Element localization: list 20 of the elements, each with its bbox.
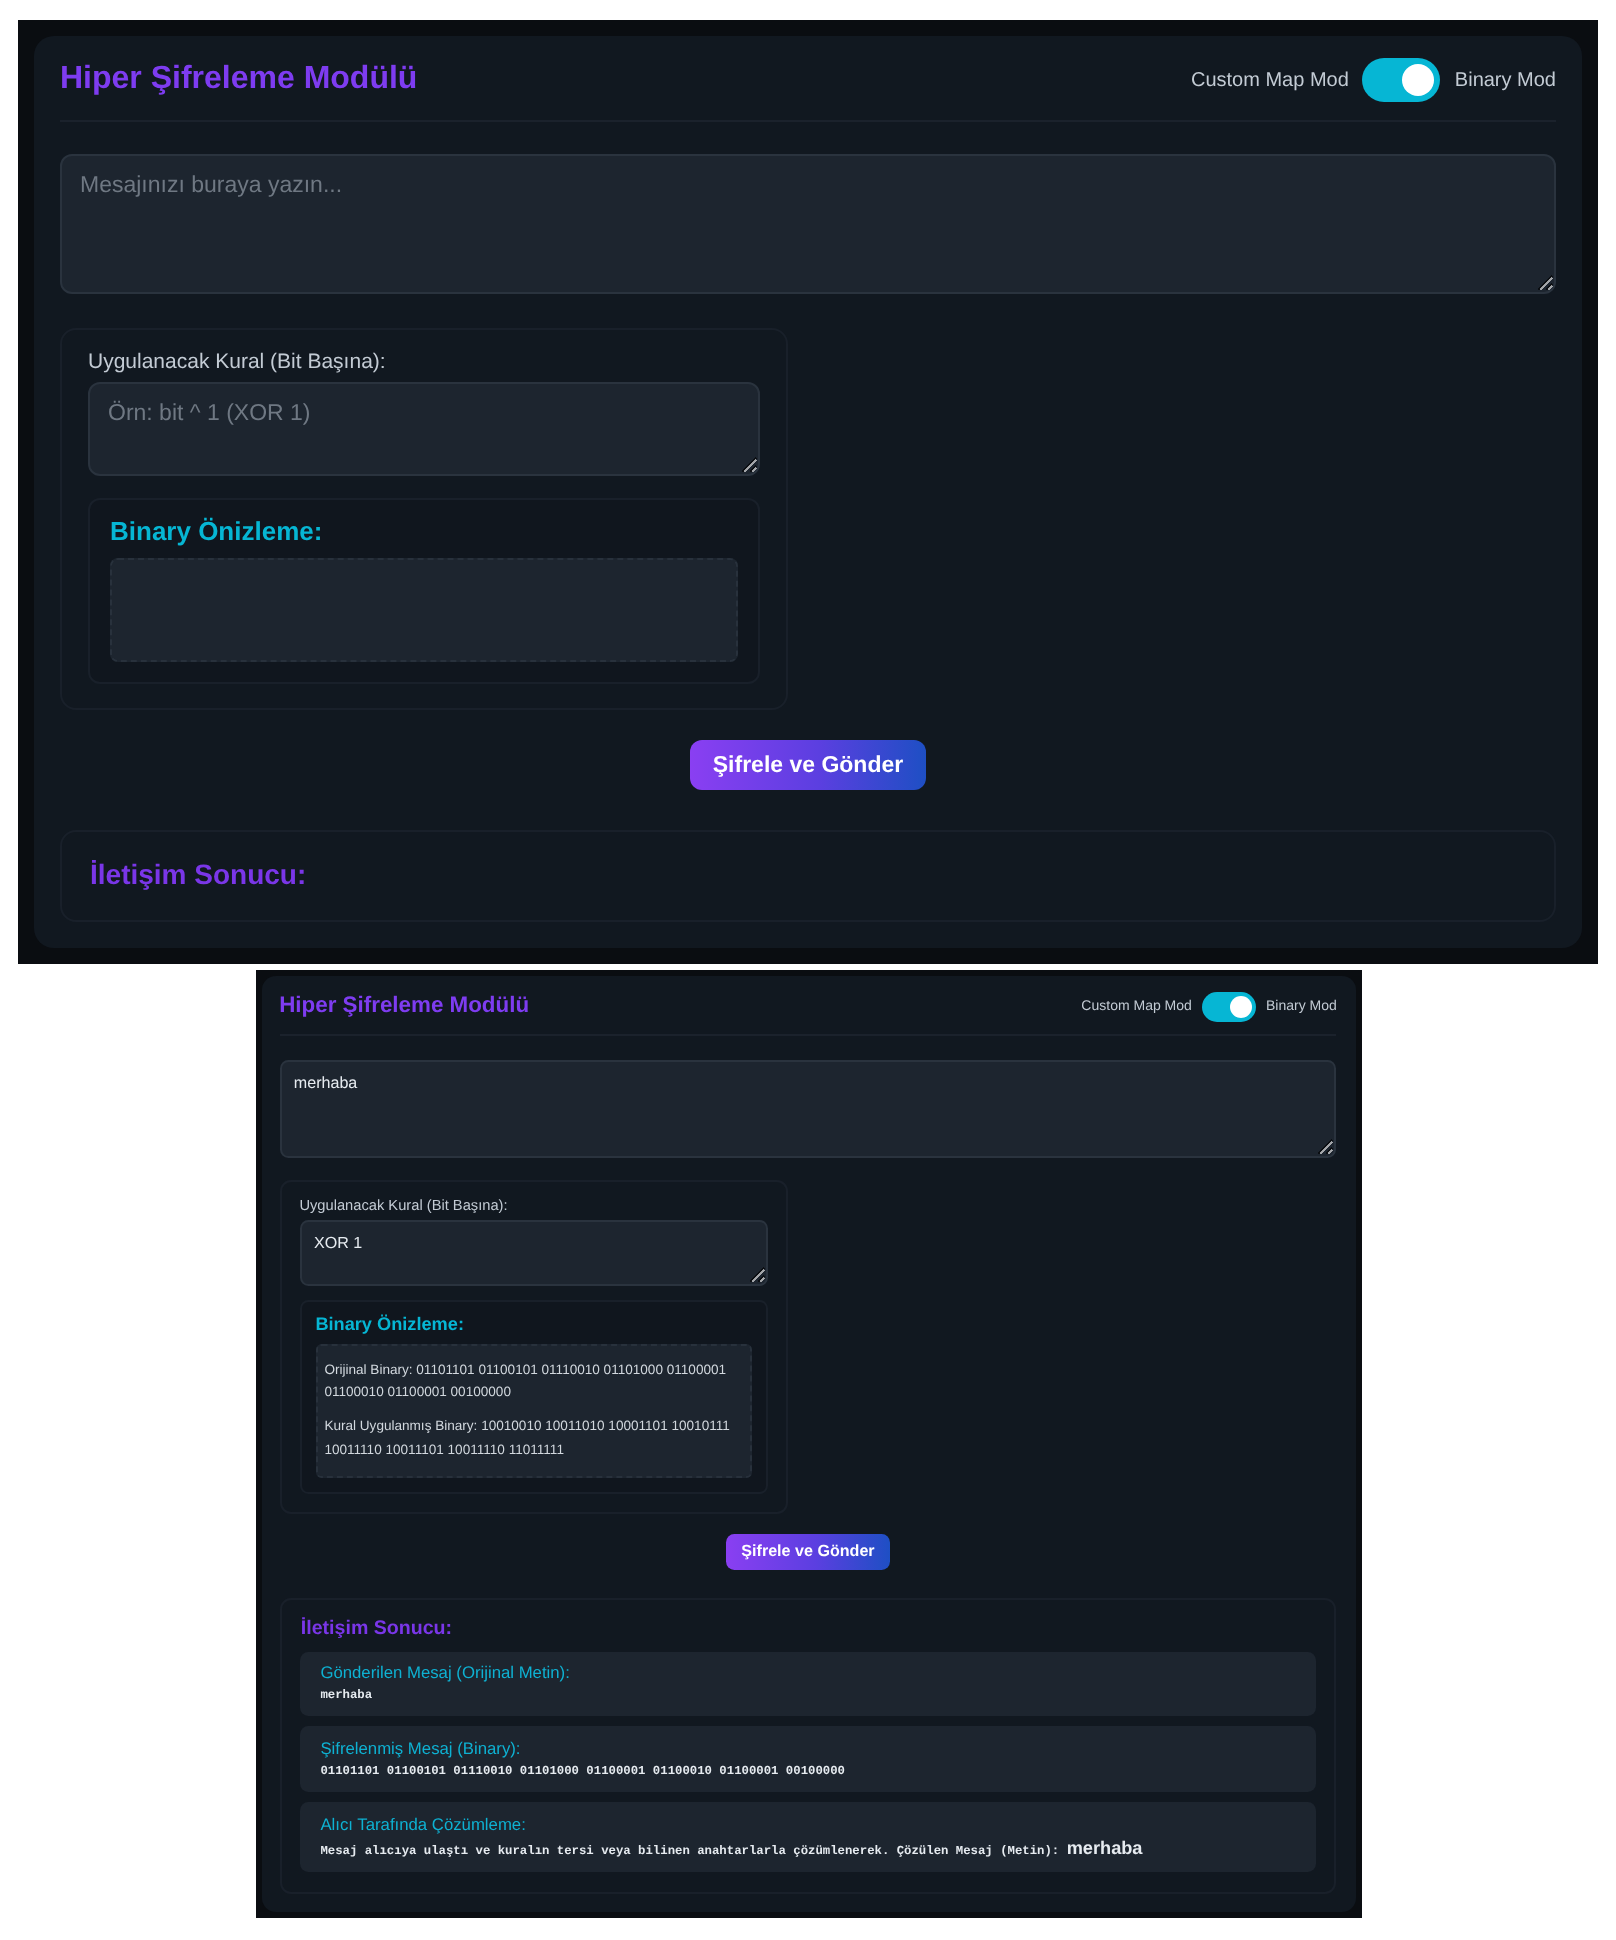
encrypt-send-button[interactable]: Şifrele ve Gönder (690, 740, 926, 790)
rule-field[interactable]: XOR 1 (299, 1219, 769, 1286)
preview-title: Binary Önizleme: (315, 1313, 466, 1337)
toggle-label: Binary Mod (1454, 69, 1556, 91)
result-heading: Gönderilen Mesaj (Orijinal Metin): (320, 1662, 572, 1684)
mode-toggle[interactable] (1201, 991, 1257, 1023)
rule-label: Uygulanacak Kural (Bit Başına): (88, 350, 388, 376)
preview-title: Binary Önizleme: (110, 516, 325, 548)
result-title: İletişim Sonucu: (90, 858, 309, 892)
message-field[interactable]: Mesajınızı buraya yazın... (60, 154, 1556, 294)
module-title: Hiper Şifreleme Modülü (60, 62, 418, 98)
mode-toggle[interactable] (1362, 58, 1441, 102)
result-heading: Şifrelenmiş Mesaj (Binary): (320, 1737, 523, 1759)
module-title: Hiper Şifreleme Modülü (279, 994, 530, 1019)
encrypt-send-button[interactable]: Şifrele ve Gönder (725, 1534, 890, 1570)
toggle-label: Custom Map Mod (1191, 69, 1349, 91)
result-title: İletişim Sonucu: (300, 1617, 455, 1642)
result-heading: Alıcı Tarafında Çözümleme: (320, 1813, 528, 1835)
message-field[interactable]: merhaba (279, 1059, 1337, 1158)
rule-field[interactable]: Örn: bit ^ 1 (XOR 1) (88, 382, 760, 476)
